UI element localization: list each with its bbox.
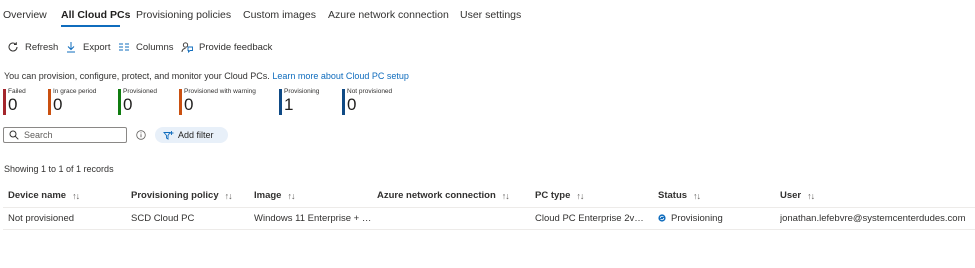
info-icon[interactable]	[136, 130, 146, 140]
tile-provisioned[interactable]: Provisioned 0	[118, 88, 157, 116]
tile-provisioned-with-warning[interactable]: Provisioned with warning 0	[179, 88, 256, 116]
cell-provisioning-policy: SCD Cloud PC	[131, 213, 195, 224]
column-header-label: Status	[658, 190, 688, 201]
columns-label: Columns	[136, 41, 174, 53]
add-filter-label: Add filter	[178, 130, 214, 140]
column-header-label: Azure network connection	[377, 190, 496, 201]
download-icon	[67, 42, 75, 53]
columns-icon	[119, 43, 129, 51]
tab-bar: Overview All Cloud PCs Provisioning poli…	[0, 0, 975, 30]
search-input[interactable]	[24, 130, 119, 140]
tile-count: 0	[53, 95, 63, 114]
provisioning-status-icon	[658, 214, 666, 222]
feedback-label: Provide feedback	[199, 41, 273, 53]
add-filter-icon	[163, 130, 174, 140]
export-button[interactable]: Export	[65, 38, 110, 56]
tile-failed[interactable]: Failed 0	[3, 88, 26, 116]
export-label: Export	[83, 41, 111, 53]
tile-count: 1	[284, 95, 294, 114]
column-header-label: Image	[254, 190, 282, 201]
column-header-label: PC type	[535, 190, 571, 201]
sort-icon: ↑↓	[224, 190, 233, 201]
tile-in-grace-period[interactable]: In grace period 0	[48, 88, 96, 116]
info-text: You can provision, configure, protect, a…	[4, 71, 409, 81]
column-header-azure-network-connection[interactable]: Azure network connection ↑↓	[377, 190, 510, 201]
provide-feedback-button[interactable]: Provide feedback	[181, 38, 272, 56]
column-header-pc-type[interactable]: PC type ↑↓	[535, 190, 584, 201]
column-header-status[interactable]: Status ↑↓	[658, 190, 701, 201]
column-header-device-name[interactable]: Device name ↑↓	[8, 190, 80, 201]
table-header-divider	[3, 207, 975, 208]
info-description: You can provision, configure, protect, a…	[4, 71, 270, 81]
tile-not-provisioned[interactable]: Not provisioned 0	[342, 88, 392, 116]
tile-color-bar	[179, 89, 182, 115]
search-box[interactable]	[3, 127, 127, 143]
active-tab-indicator	[61, 25, 120, 27]
tile-label: Provisioned with warning	[184, 88, 256, 95]
tile-color-bar	[3, 89, 6, 115]
column-header-image[interactable]: Image ↑↓	[254, 190, 295, 201]
cell-user: jonathan.lefebvre@systemcenterdudes.com	[780, 213, 966, 224]
refresh-label: Refresh	[25, 41, 59, 53]
columns-button[interactable]: Columns	[118, 38, 174, 56]
cell-image: Windows 11 Enterprise + M...	[254, 213, 374, 224]
column-header-label: User	[780, 190, 802, 201]
learn-more-link[interactable]: Learn more about Cloud PC setup	[272, 71, 409, 81]
status-text: Provisioning	[671, 213, 723, 224]
cell-device-name: Not provisioned	[8, 213, 75, 224]
column-header-user[interactable]: User ↑↓	[780, 190, 815, 201]
column-header-provisioning-policy[interactable]: Provisioning policy ↑↓	[131, 190, 233, 201]
tab-all-cloud-pcs[interactable]: All Cloud PCs	[61, 9, 130, 21]
sort-icon: ↑↓	[501, 190, 510, 201]
add-filter-button[interactable]: Add filter	[155, 127, 228, 143]
records-count: Showing 1 to 1 of 1 records	[4, 164, 114, 174]
cell-status: Provisioning	[658, 213, 776, 224]
tile-count: 0	[8, 95, 18, 114]
sort-icon: ↑↓	[807, 190, 815, 201]
tab-user-settings[interactable]: User settings	[460, 9, 521, 21]
cell-pc-type: Cloud PC Enterprise 2vCPU...	[535, 213, 650, 224]
tab-azure-network-connection[interactable]: Azure network connection	[328, 9, 449, 21]
sort-icon: ↑↓	[576, 190, 584, 201]
sort-icon: ↑↓	[287, 190, 295, 201]
tab-custom-images[interactable]: Custom images	[243, 9, 316, 21]
tile-count: 0	[184, 95, 194, 114]
refresh-button[interactable]: Refresh	[7, 38, 58, 56]
tab-provisioning-policies[interactable]: Provisioning policies	[136, 9, 231, 21]
column-header-label: Provisioning policy	[131, 190, 219, 201]
tile-color-bar	[118, 89, 121, 115]
tile-provisioning[interactable]: Provisioning 1	[279, 88, 319, 116]
tile-color-bar	[342, 89, 345, 115]
tile-count: 0	[123, 95, 133, 114]
column-header-label: Device name	[8, 190, 67, 201]
feedback-icon	[181, 42, 193, 53]
sort-icon: ↑↓	[693, 190, 701, 201]
tile-color-bar	[48, 89, 51, 115]
tab-overview[interactable]: Overview	[3, 9, 47, 21]
refresh-icon	[8, 42, 18, 52]
table-row-divider	[3, 229, 975, 230]
search-icon	[9, 130, 19, 140]
tile-color-bar	[279, 89, 282, 115]
tile-count: 0	[347, 95, 357, 114]
command-bar: Refresh Export Columns Provide feedback	[0, 38, 975, 58]
sort-icon: ↑↓	[72, 190, 80, 201]
